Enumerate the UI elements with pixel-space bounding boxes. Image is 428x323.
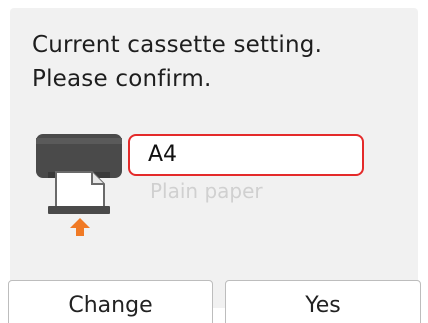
change-button[interactable]: Change (8, 280, 213, 323)
message-line-2: Please confirm. (32, 66, 212, 92)
media-type-label: Plain paper (150, 179, 263, 203)
up-arrow-icon (70, 218, 90, 236)
printer-cassette-icon (34, 128, 130, 238)
yes-button[interactable]: Yes (225, 280, 421, 323)
paper-size-field[interactable]: A4 (128, 134, 364, 176)
message-line-1: Current cassette setting. (32, 32, 323, 58)
confirmation-message: Current cassette setting. Please confirm… (32, 28, 322, 96)
screen: Current cassette setting. Please confirm… (0, 0, 428, 323)
